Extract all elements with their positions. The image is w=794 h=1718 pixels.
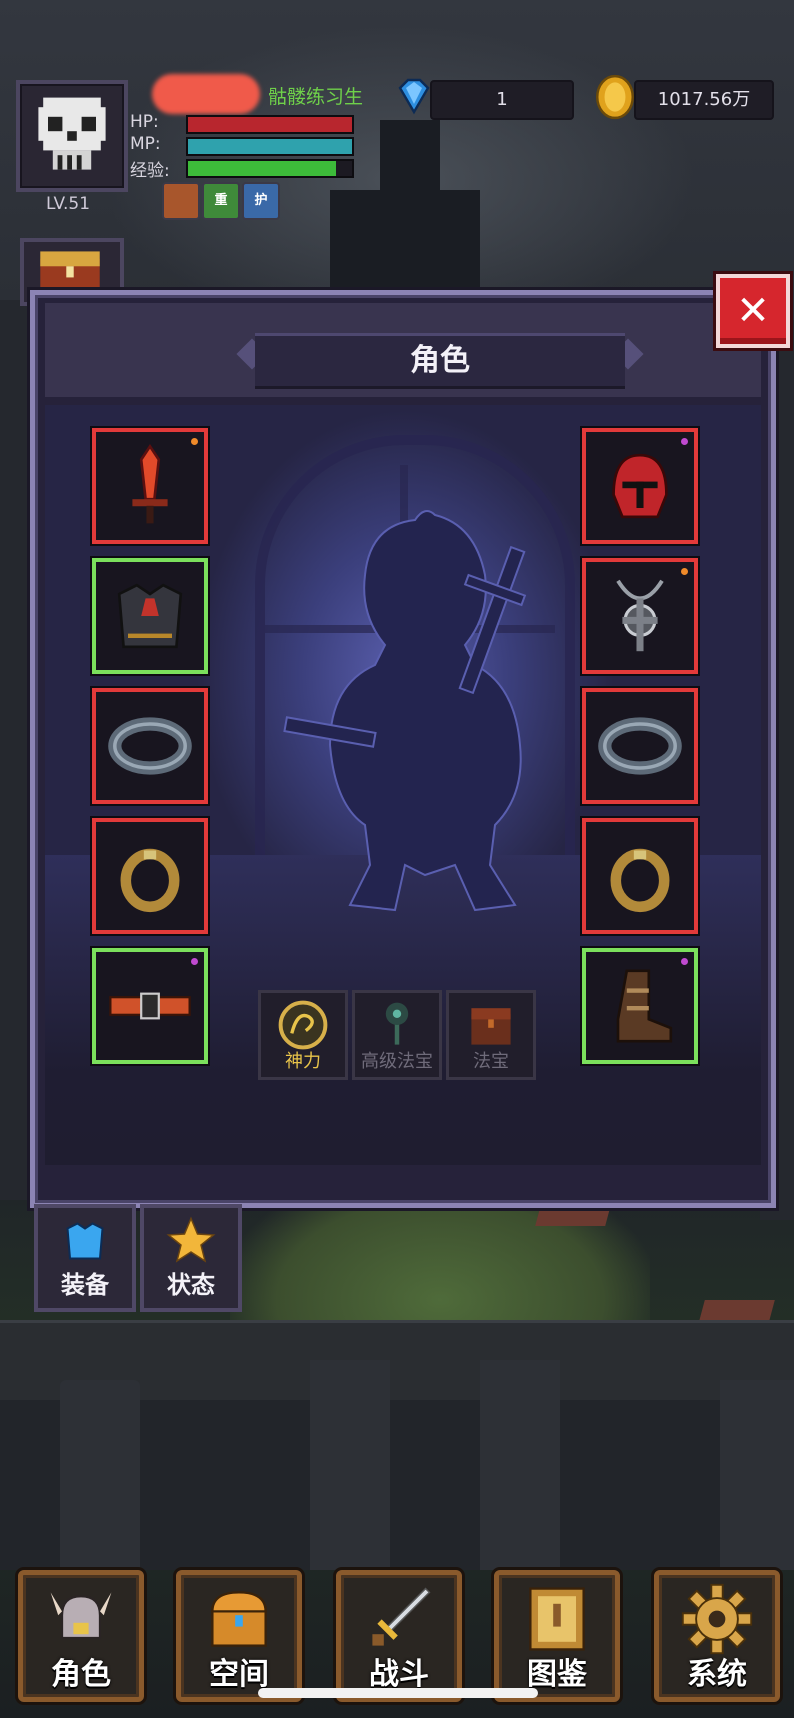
nav-codex[interactable]: 图鉴: [494, 1570, 620, 1702]
wall-tower: [60, 1380, 140, 1570]
panel-title-plate: 角色: [255, 333, 625, 389]
nav-character[interactable]: 角色: [18, 1570, 144, 1702]
divine-power-icon: [278, 1000, 328, 1050]
gem-icon: [398, 78, 430, 115]
treasure-button[interactable]: 法宝: [446, 990, 536, 1080]
belt-slot[interactable]: [92, 948, 208, 1064]
exp-label: 经验:: [130, 161, 170, 181]
sword-icon: [372, 1587, 431, 1646]
advanced-treasure-icon: [385, 1002, 409, 1045]
wall-tower: [480, 1360, 560, 1570]
panel-title: 角色: [410, 343, 470, 378]
boots-icon: [616, 969, 673, 1043]
necklace-slot[interactable]: [582, 558, 698, 674]
boots-slot[interactable]: [582, 948, 698, 1064]
amulet-icon: [616, 579, 664, 652]
bracer-slot-left[interactable]: [92, 688, 208, 804]
player-name-redacted: [152, 74, 260, 114]
divine-power-label: 神力: [285, 1051, 321, 1072]
panel-header: 角色: [45, 303, 761, 397]
player-title: 骷髅练习生: [268, 86, 364, 108]
flame-sword-icon: [132, 444, 168, 524]
close-icon: ✕: [736, 288, 770, 334]
chest-icon: [211, 1591, 267, 1647]
tab-equipment-label: 装备: [61, 1271, 109, 1299]
wall-tower: [720, 1380, 794, 1570]
ring-icon: [120, 848, 180, 913]
mp-bar-fill: [188, 139, 352, 154]
book-icon: [529, 1587, 585, 1651]
sword-slot[interactable]: [92, 428, 208, 544]
star-tab-icon: [166, 1216, 216, 1263]
skull-icon: [38, 97, 106, 170]
wall-tower: [310, 1360, 390, 1570]
belt-icon: [109, 992, 191, 1020]
mp-bar: [186, 137, 354, 156]
nav-character-label: 角色: [51, 1657, 111, 1692]
tab-status-label: 状态: [167, 1271, 215, 1299]
bracer-icon: [598, 717, 682, 775]
player-avatar[interactable]: [16, 80, 128, 192]
heavy-buff-icon[interactable]: 重: [202, 182, 240, 220]
hp-bar-fill: [188, 117, 352, 132]
gem-count: 1: [430, 80, 574, 120]
quality-dot: [681, 568, 688, 575]
red-helmet-icon: [612, 453, 668, 519]
hp-bar: [186, 115, 354, 134]
bracer-slot-right[interactable]: [582, 688, 698, 804]
bracer-icon: [108, 717, 192, 775]
ring-slot-right[interactable]: [582, 818, 698, 934]
dark-armor-icon: [117, 583, 183, 649]
armor-slot[interactable]: [92, 558, 208, 674]
armor-tab-icon: [66, 1222, 104, 1260]
shield-buff-icon[interactable]: 护: [242, 182, 280, 220]
gold-count: 1017.56万: [634, 80, 774, 120]
gear-icon: [681, 1583, 753, 1655]
tab-equipment[interactable]: 装备: [34, 1204, 136, 1312]
castle-keep: [330, 190, 480, 300]
nav-space[interactable]: 空间: [176, 1570, 302, 1702]
home-indicator[interactable]: [258, 1688, 538, 1698]
ring-slot-left[interactable]: [92, 818, 208, 934]
divine-power-button[interactable]: 神力: [258, 990, 348, 1080]
nav-space-label: 空间: [209, 1657, 269, 1692]
ring-icon: [610, 848, 670, 913]
advanced-treasure-button[interactable]: 高级法宝: [352, 990, 442, 1080]
character-silhouette: [283, 510, 527, 912]
mp-label: MP:: [130, 134, 161, 154]
nav-battle[interactable]: 战斗: [336, 1570, 462, 1702]
quality-dot: [191, 958, 198, 965]
quality-dot: [681, 958, 688, 965]
nav-codex-label: 图鉴: [527, 1657, 587, 1692]
treasure-label: 法宝: [473, 1051, 509, 1072]
helmet-slot[interactable]: [582, 428, 698, 544]
gold-coin-icon: [595, 74, 635, 120]
nav-system[interactable]: 系统: [654, 1570, 780, 1702]
treasure-chest-icon: [40, 251, 100, 293]
close-button[interactable]: ✕: [716, 274, 790, 348]
quality-dot: [191, 438, 198, 445]
player-level: LV.51: [45, 194, 91, 214]
fist-buff-icon[interactable]: [162, 182, 200, 220]
tab-status[interactable]: 状态: [140, 1204, 242, 1312]
horned-helmet-icon: [50, 1592, 112, 1640]
treasure-icon: [471, 1008, 511, 1045]
exp-bar-fill: [188, 161, 336, 176]
advanced-treasure-label: 高级法宝: [361, 1051, 433, 1072]
nav-battle-label: 战斗: [369, 1657, 429, 1692]
hp-label: HP:: [130, 112, 159, 132]
nav-system-label: 系统: [687, 1657, 747, 1692]
exp-bar: [186, 159, 354, 178]
quality-dot: [681, 438, 688, 445]
